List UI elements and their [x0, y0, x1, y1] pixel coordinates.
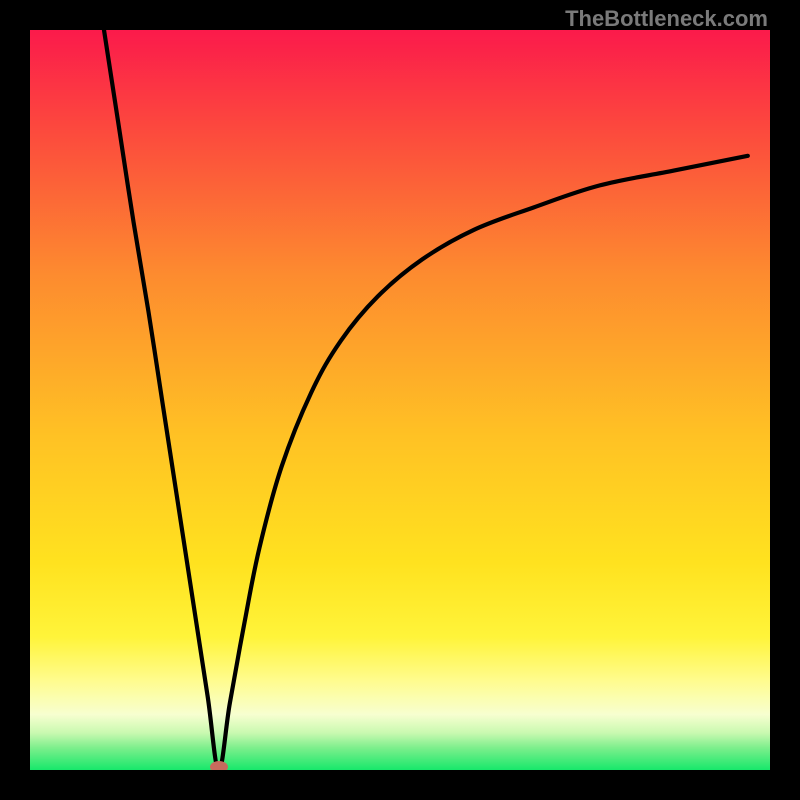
chart-frame — [30, 30, 770, 770]
minimum-marker — [210, 761, 228, 770]
bottleneck-curve — [30, 30, 770, 770]
watermark-text: TheBottleneck.com — [565, 6, 768, 32]
plot-area — [30, 30, 770, 770]
